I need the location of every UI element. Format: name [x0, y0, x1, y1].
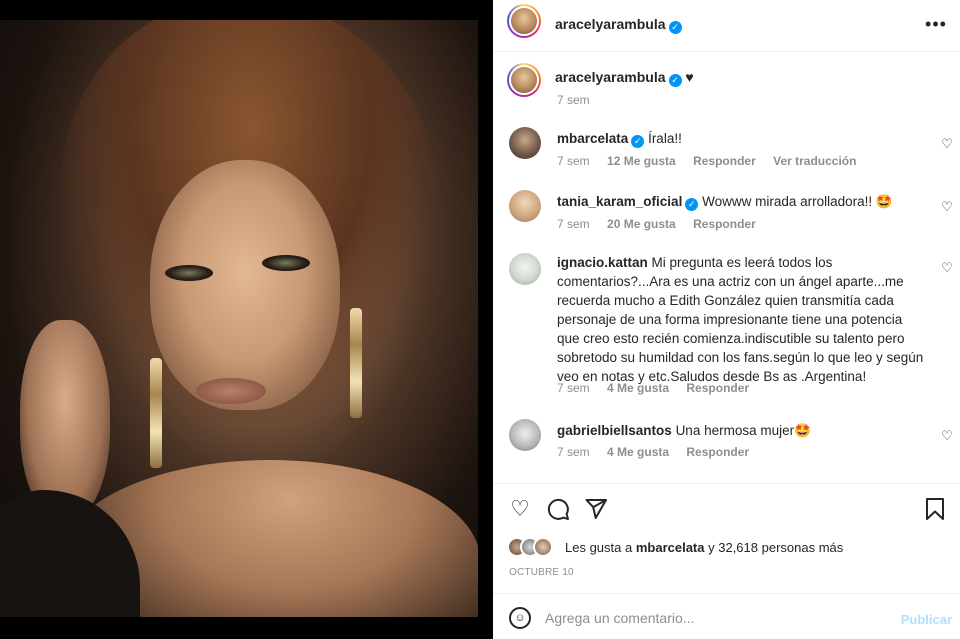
caption-age[interactable]: 7 sem: [557, 93, 590, 107]
comment-meta: 7 sem 4 Me gusta Responder: [557, 381, 763, 395]
caption-text: ♥: [685, 69, 694, 85]
reply-button[interactable]: Responder: [693, 154, 756, 168]
more-horizontal-icon[interactable]: •••: [924, 12, 948, 36]
caption-author: aracelyarambula ✓ ♥: [555, 69, 694, 87]
comment-input[interactable]: [545, 606, 875, 630]
commenter-username[interactable]: gabrielbiellsantos: [557, 423, 672, 438]
comment-body: mbarcelata ✓ Íralа!!: [557, 129, 927, 148]
comment-body: tania_karam_oficial ✓ Wowww mirada arroll…: [557, 192, 927, 211]
photo-right-earring: [350, 308, 362, 418]
verified-icon: ✓: [631, 135, 645, 148]
photo-face: [150, 160, 340, 410]
photo-left-eye: [165, 265, 213, 281]
liker-avatar: [533, 537, 553, 557]
paper-plane-icon[interactable]: [583, 496, 609, 522]
likes-text[interactable]: Les gusta a mbarcelata y 32,618 personas…: [565, 540, 843, 555]
comment-likes[interactable]: 20 Me gusta: [607, 217, 676, 231]
comment-body: gabrielbiellsantos Una hermosa mujer🤩: [557, 421, 927, 440]
comment-age[interactable]: 7 sem: [557, 154, 590, 168]
heart-icon[interactable]: ♡: [507, 496, 533, 522]
author-username[interactable]: aracelyarambula ✓: [555, 16, 682, 34]
see-translation-button[interactable]: Ver traducción: [773, 154, 856, 168]
commenter-username[interactable]: tania_karam_oficial: [557, 194, 682, 209]
media-panel: [0, 0, 478, 639]
likes-summary: Les gusta a mbarcelata y 32,618 personas…: [507, 535, 957, 561]
reply-button[interactable]: Responder: [693, 217, 756, 231]
instagram-post-modal: aracelyarambula ✓ ••• aracelyarambula ✓ ♥ …: [0, 0, 960, 639]
liker-username[interactable]: mbarcelata: [636, 540, 705, 555]
comment-body: ignacio.kattan Mi pregunta es leerá todo…: [557, 253, 927, 386]
author-username-text[interactable]: aracelyarambula: [555, 16, 666, 32]
commenter-avatar[interactable]: [509, 190, 541, 222]
comment-likes[interactable]: 12 Me gusta: [607, 154, 676, 168]
post-photo[interactable]: [0, 20, 478, 617]
comment-meta: 7 sem 4 Me gusta Responder: [557, 445, 763, 459]
comment-text: Mi pregunta es leerá todos los comentari…: [557, 255, 924, 384]
comment-text: Wowww mirada arrolladora!! 🤩: [702, 194, 893, 209]
caption-author-avatar[interactable]: [507, 63, 541, 97]
heart-icon[interactable]: ♡: [940, 200, 954, 214]
reply-button[interactable]: Responder: [686, 381, 749, 395]
action-bar: ♡: [493, 483, 960, 535]
caption-author-username[interactable]: aracelyarambula: [555, 69, 666, 85]
post-comment-button[interactable]: Publicar: [901, 612, 952, 627]
comment-likes[interactable]: 4 Me gusta: [607, 445, 669, 459]
heart-icon[interactable]: ♡: [940, 261, 954, 275]
commenter-avatar[interactable]: [509, 253, 541, 285]
comment-likes[interactable]: 4 Me gusta: [607, 381, 669, 395]
comment-bubble-icon[interactable]: [545, 496, 571, 522]
commenter-avatar[interactable]: [509, 127, 541, 159]
verified-icon: ✓: [668, 74, 682, 87]
comment-text: Una hermosa mujer🤩: [675, 423, 811, 438]
comment-text: Íralа!!: [648, 131, 682, 146]
smiley-icon[interactable]: ☺: [509, 607, 531, 629]
comment-age[interactable]: 7 sem: [557, 445, 590, 459]
comment-meta: 7 sem 12 Me gusta Responder Ver traducci…: [557, 154, 870, 168]
post-details-panel: aracelyarambula ✓ ••• aracelyarambula ✓ ♥ …: [493, 0, 960, 639]
likes-count[interactable]: y 32,618 personas más: [708, 540, 843, 555]
comment-age[interactable]: 7 sem: [557, 381, 590, 395]
caption-meta: 7 sem: [557, 93, 604, 107]
heart-icon[interactable]: ♡: [940, 137, 954, 151]
add-comment-bar: ☺ Publicar: [493, 593, 960, 639]
commenter-username[interactable]: ignacio.kattan: [557, 255, 648, 270]
comments-section[interactable]: aracelyarambula ✓ ♥ 7 sem mbarcelata ✓ Íra…: [493, 53, 960, 483]
reply-button[interactable]: Responder: [686, 445, 749, 459]
likes-prefix: Les gusta a: [565, 540, 633, 555]
heart-icon[interactable]: ♡: [940, 429, 954, 443]
photo-lips: [196, 378, 266, 404]
post-header: aracelyarambula ✓ •••: [493, 0, 960, 52]
author-avatar[interactable]: [507, 4, 541, 38]
photo-left-earring: [150, 358, 162, 468]
commenter-username[interactable]: mbarcelata: [557, 131, 628, 146]
verified-icon: ✓: [668, 21, 682, 34]
verified-icon: ✓: [685, 198, 699, 211]
comment-age[interactable]: 7 sem: [557, 217, 590, 231]
comment-meta: 7 sem 20 Me gusta Responder: [557, 217, 770, 231]
post-date[interactable]: OCTUBRE 10: [509, 567, 574, 578]
photo-right-eye: [262, 255, 310, 271]
commenter-avatar[interactable]: [509, 419, 541, 451]
bookmark-icon[interactable]: [922, 496, 948, 522]
